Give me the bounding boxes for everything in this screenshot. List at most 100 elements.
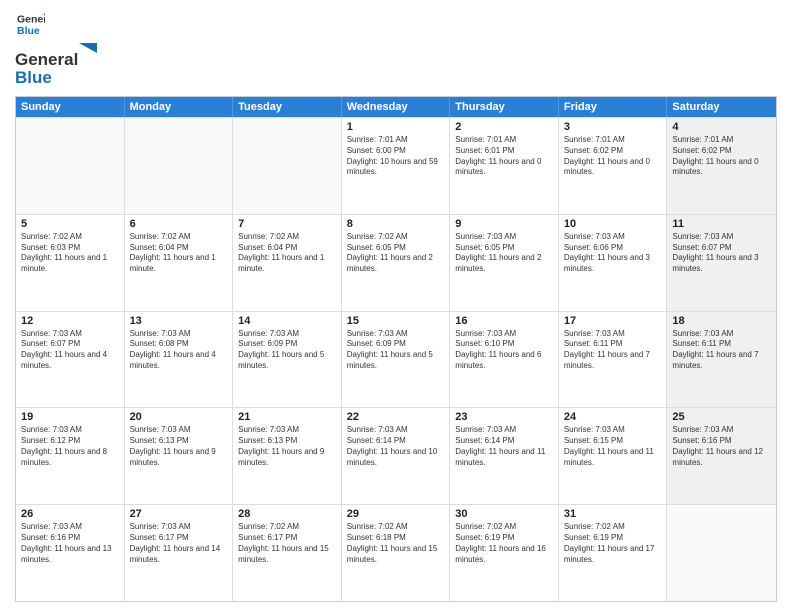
- svg-text:Blue: Blue: [17, 25, 40, 37]
- day-number: 29: [347, 508, 445, 520]
- logo-blue-text: Blue: [15, 68, 98, 88]
- calendar-cell: 14 Sunrise: 7:03 AM Sunset: 6:09 PM Dayli…: [233, 312, 342, 408]
- page: General Blue General Blue SundayMondayTu…: [0, 0, 792, 612]
- weekday-header: Friday: [559, 97, 668, 117]
- day-number: 8: [347, 218, 445, 230]
- weekday-header: Wednesday: [342, 97, 451, 117]
- calendar-cell: 19Sunrise: 7:03 AM Sunset: 6:12 PM Dayli…: [16, 408, 125, 504]
- day-number: 10: [564, 218, 662, 230]
- calendar: SundayMondayTuesdayWednesdayThursdayFrid…: [15, 96, 777, 602]
- day-number: 14: [238, 315, 336, 327]
- calendar-body: 1 Sunrise: 7:01 AM Sunset: 6:00 PM Daylig…: [16, 117, 776, 601]
- weekday-header: Monday: [125, 97, 234, 117]
- calendar-cell: 23 Sunrise: 7:03 AM Sunset: 6:14 PM Dayli…: [450, 408, 559, 504]
- day-number: 16: [455, 315, 553, 327]
- day-number: 15: [347, 315, 445, 327]
- calendar-cell: 25Sunrise: 7:03 AM Sunset: 6:16 PM Dayli…: [667, 408, 776, 504]
- calendar-cell: 16 Sunrise: 7:03 AM Sunset: 6:10 PM Dayli…: [450, 312, 559, 408]
- calendar-row: 5Sunrise: 7:02 AM Sunset: 6:03 PM Daylig…: [16, 214, 776, 311]
- calendar-cell: 28Sunrise: 7:02 AM Sunset: 6:17 PM Dayli…: [233, 505, 342, 601]
- day-number: 4: [672, 121, 771, 133]
- day-number: 23: [455, 411, 553, 423]
- calendar-row: 26 Sunrise: 7:03 AM Sunset: 6:16 PM Dayli…: [16, 504, 776, 601]
- weekday-header: Sunday: [16, 97, 125, 117]
- calendar-cell: 12Sunrise: 7:03 AM Sunset: 6:07 PM Dayli…: [16, 312, 125, 408]
- cell-info: Sunrise: 7:02 AM Sunset: 6:18 PM Dayligh…: [347, 522, 445, 565]
- day-number: 9: [455, 218, 553, 230]
- weekday-header: Tuesday: [233, 97, 342, 117]
- cell-info: Sunrise: 7:02 AM Sunset: 6:04 PM Dayligh…: [238, 232, 336, 275]
- calendar-cell: 11 Sunrise: 7:03 AM Sunset: 6:07 PM Dayli…: [667, 215, 776, 311]
- cell-info: Sunrise: 7:03 AM Sunset: 6:10 PM Dayligh…: [455, 329, 553, 372]
- day-number: 22: [347, 411, 445, 423]
- logo-icon: General Blue: [17, 10, 45, 38]
- cell-info: Sunrise: 7:02 AM Sunset: 6:05 PM Dayligh…: [347, 232, 445, 275]
- cell-info: Sunrise: 7:03 AM Sunset: 6:11 PM Dayligh…: [564, 329, 662, 372]
- cell-info: Sunrise: 7:01 AM Sunset: 6:01 PM Dayligh…: [455, 135, 553, 178]
- calendar-row: 1 Sunrise: 7:01 AM Sunset: 6:00 PM Daylig…: [16, 117, 776, 214]
- day-number: 6: [130, 218, 228, 230]
- calendar-cell: 31Sunrise: 7:02 AM Sunset: 6:19 PM Dayli…: [559, 505, 668, 601]
- cell-info: Sunrise: 7:03 AM Sunset: 6:08 PM Dayligh…: [130, 329, 228, 372]
- cell-info: Sunrise: 7:03 AM Sunset: 6:14 PM Dayligh…: [347, 425, 445, 468]
- calendar-cell: 7 Sunrise: 7:02 AM Sunset: 6:04 PM Daylig…: [233, 215, 342, 311]
- cell-info: Sunrise: 7:03 AM Sunset: 6:15 PM Dayligh…: [564, 425, 662, 468]
- day-number: 24: [564, 411, 662, 423]
- cell-info: Sunrise: 7:01 AM Sunset: 6:02 PM Dayligh…: [564, 135, 662, 178]
- cell-info: Sunrise: 7:02 AM Sunset: 6:04 PM Dayligh…: [130, 232, 228, 275]
- calendar-cell: 5Sunrise: 7:02 AM Sunset: 6:03 PM Daylig…: [16, 215, 125, 311]
- calendar-cell: 3 Sunrise: 7:01 AM Sunset: 6:02 PM Daylig…: [559, 118, 668, 214]
- cell-info: Sunrise: 7:03 AM Sunset: 6:06 PM Dayligh…: [564, 232, 662, 275]
- calendar-row: 12Sunrise: 7:03 AM Sunset: 6:07 PM Dayli…: [16, 311, 776, 408]
- cell-info: Sunrise: 7:03 AM Sunset: 6:09 PM Dayligh…: [347, 329, 445, 372]
- header: General Blue General Blue: [15, 10, 777, 88]
- calendar-cell: [125, 118, 234, 214]
- svg-text:General: General: [17, 14, 45, 26]
- weekday-header: Saturday: [667, 97, 776, 117]
- day-number: 2: [455, 121, 553, 133]
- day-number: 28: [238, 508, 336, 520]
- cell-info: Sunrise: 7:03 AM Sunset: 6:16 PM Dayligh…: [672, 425, 771, 468]
- cell-info: Sunrise: 7:03 AM Sunset: 6:07 PM Dayligh…: [672, 232, 771, 275]
- day-number: 18: [672, 315, 771, 327]
- day-number: 3: [564, 121, 662, 133]
- logo-general-text: General: [15, 50, 78, 70]
- day-number: 17: [564, 315, 662, 327]
- day-number: 20: [130, 411, 228, 423]
- calendar-cell: 2 Sunrise: 7:01 AM Sunset: 6:01 PM Daylig…: [450, 118, 559, 214]
- day-number: 12: [21, 315, 119, 327]
- calendar-header-row: SundayMondayTuesdayWednesdayThursdayFrid…: [16, 97, 776, 117]
- calendar-cell: 17 Sunrise: 7:03 AM Sunset: 6:11 PM Dayli…: [559, 312, 668, 408]
- calendar-cell: 18 Sunrise: 7:03 AM Sunset: 6:11 PM Dayli…: [667, 312, 776, 408]
- cell-info: Sunrise: 7:01 AM Sunset: 6:02 PM Dayligh…: [672, 135, 771, 178]
- day-number: 30: [455, 508, 553, 520]
- calendar-cell: 24 Sunrise: 7:03 AM Sunset: 6:15 PM Dayli…: [559, 408, 668, 504]
- day-number: 21: [238, 411, 336, 423]
- day-number: 5: [21, 218, 119, 230]
- day-number: 11: [672, 218, 771, 230]
- cell-info: Sunrise: 7:01 AM Sunset: 6:00 PM Dayligh…: [347, 135, 445, 178]
- cell-info: Sunrise: 7:02 AM Sunset: 6:19 PM Dayligh…: [564, 522, 662, 565]
- cell-info: Sunrise: 7:03 AM Sunset: 6:14 PM Dayligh…: [455, 425, 553, 468]
- calendar-cell: [667, 505, 776, 601]
- calendar-cell: 1 Sunrise: 7:01 AM Sunset: 6:00 PM Daylig…: [342, 118, 451, 214]
- calendar-cell: 6 Sunrise: 7:02 AM Sunset: 6:04 PM Daylig…: [125, 215, 234, 311]
- cell-info: Sunrise: 7:03 AM Sunset: 6:05 PM Dayligh…: [455, 232, 553, 275]
- cell-info: Sunrise: 7:02 AM Sunset: 6:19 PM Dayligh…: [455, 522, 553, 565]
- cell-info: Sunrise: 7:03 AM Sunset: 6:09 PM Dayligh…: [238, 329, 336, 372]
- calendar-cell: 10 Sunrise: 7:03 AM Sunset: 6:06 PM Dayli…: [559, 215, 668, 311]
- cell-info: Sunrise: 7:03 AM Sunset: 6:11 PM Dayligh…: [672, 329, 771, 372]
- calendar-cell: 30 Sunrise: 7:02 AM Sunset: 6:19 PM Dayli…: [450, 505, 559, 601]
- cell-info: Sunrise: 7:03 AM Sunset: 6:13 PM Dayligh…: [130, 425, 228, 468]
- cell-info: Sunrise: 7:03 AM Sunset: 6:16 PM Dayligh…: [21, 522, 119, 565]
- calendar-cell: 9 Sunrise: 7:03 AM Sunset: 6:05 PM Daylig…: [450, 215, 559, 311]
- calendar-cell: 8 Sunrise: 7:02 AM Sunset: 6:05 PM Daylig…: [342, 215, 451, 311]
- day-number: 26: [21, 508, 119, 520]
- calendar-cell: 15 Sunrise: 7:03 AM Sunset: 6:09 PM Dayli…: [342, 312, 451, 408]
- day-number: 7: [238, 218, 336, 230]
- day-number: 27: [130, 508, 228, 520]
- calendar-cell: [16, 118, 125, 214]
- day-number: 1: [347, 121, 445, 133]
- calendar-cell: 29 Sunrise: 7:02 AM Sunset: 6:18 PM Dayli…: [342, 505, 451, 601]
- calendar-cell: 21Sunrise: 7:03 AM Sunset: 6:13 PM Dayli…: [233, 408, 342, 504]
